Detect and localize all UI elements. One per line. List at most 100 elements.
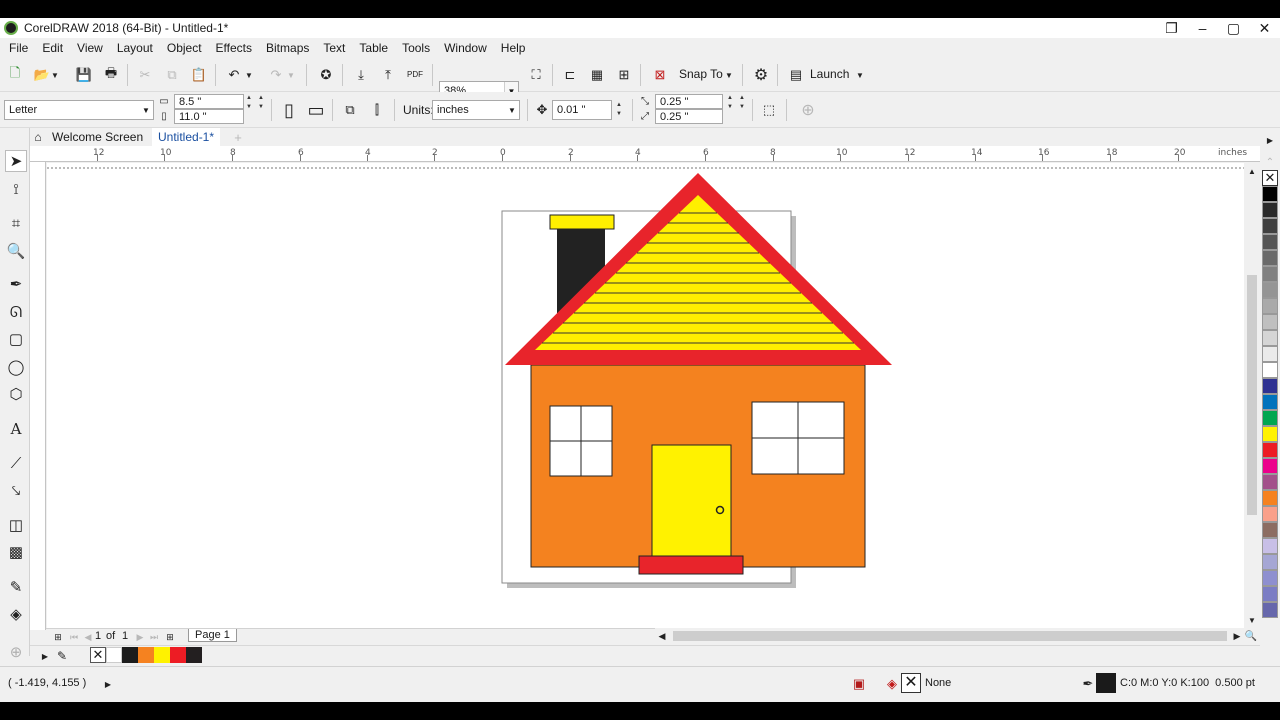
drawing-canvas[interactable] bbox=[47, 163, 1260, 630]
doc-swatch[interactable] bbox=[170, 647, 186, 663]
no-color-swatch[interactable]: ✕ bbox=[90, 647, 106, 663]
palette-swatch[interactable] bbox=[1262, 426, 1278, 442]
palette-swatch[interactable] bbox=[1262, 346, 1278, 362]
shape-tool-icon[interactable]: ⟟ bbox=[5, 178, 27, 200]
palette-swatch[interactable] bbox=[1262, 490, 1278, 506]
new-document-icon[interactable]: 🗋 bbox=[5, 65, 25, 85]
nudge-spinner[interactable]: ▲ ▼ bbox=[613, 101, 625, 119]
page-size-select[interactable]: Letter bbox=[4, 100, 154, 120]
quick-customize-icon[interactable]: ⊕ bbox=[5, 641, 27, 663]
landscape-icon[interactable]: ▭ bbox=[306, 100, 326, 120]
palette-swatch[interactable] bbox=[1262, 554, 1278, 570]
palette-swatch[interactable] bbox=[1262, 570, 1278, 586]
search-content-icon[interactable]: ✪ bbox=[316, 65, 336, 85]
palette-swatch[interactable] bbox=[1262, 586, 1278, 602]
show-rulers-icon[interactable]: ⊏ bbox=[560, 65, 580, 85]
palette-no-color-swatch[interactable]: ✕ bbox=[1262, 170, 1278, 186]
outline-color-swatch[interactable] bbox=[1096, 673, 1116, 693]
page-width-field[interactable]: 8.5 " bbox=[174, 94, 244, 109]
palette-swatch[interactable] bbox=[1262, 538, 1278, 554]
show-guidelines-icon[interactable]: ⊞ bbox=[614, 65, 634, 85]
palette-swatch[interactable] bbox=[1262, 442, 1278, 458]
transparency-tool-icon[interactable]: ▩ bbox=[5, 541, 27, 563]
palette-swatch[interactable] bbox=[1262, 218, 1278, 234]
palette-swatch[interactable] bbox=[1262, 474, 1278, 490]
rectangle-tool-icon[interactable]: ▢ bbox=[5, 328, 27, 350]
doc-swatch-white[interactable] bbox=[106, 647, 122, 663]
outline-pen-icon[interactable]: ✒ bbox=[1078, 674, 1098, 694]
treat-as-filled-icon[interactable]: ⬚ bbox=[759, 100, 779, 120]
export-icon[interactable]: ⤒ bbox=[378, 65, 398, 85]
import-icon[interactable]: ⤓ bbox=[351, 65, 371, 85]
scroll-up-icon[interactable]: ▲ bbox=[1244, 165, 1260, 177]
palette-swatch[interactable] bbox=[1262, 186, 1278, 202]
current-page-icon[interactable]: ⫿ bbox=[367, 100, 387, 120]
launch-label[interactable]: Launch bbox=[810, 67, 849, 81]
menu-bitmaps[interactable]: Bitmaps bbox=[259, 41, 316, 55]
all-pages-icon[interactable]: ⧉ bbox=[340, 100, 360, 120]
palette-swatch[interactable] bbox=[1262, 362, 1278, 378]
full-screen-preview-icon[interactable]: ⛶ bbox=[526, 65, 546, 85]
palette-swatch[interactable] bbox=[1262, 330, 1278, 346]
artistic-media-tool-icon[interactable]: ᘏ bbox=[5, 301, 27, 323]
palette-swatch[interactable] bbox=[1262, 506, 1278, 522]
publish-pdf-icon[interactable]: PDF bbox=[405, 64, 425, 84]
page-height-field[interactable]: 11.0 " bbox=[174, 109, 244, 124]
horizontal-ruler[interactable]: 12 10 8 6 4 2 0 2 4 6 8 10 12 14 16 18 2… bbox=[30, 146, 1260, 162]
palette-swatch[interactable] bbox=[1262, 298, 1278, 314]
redo-icon[interactable]: ↷ bbox=[266, 65, 286, 85]
undo-icon[interactable]: ↶ bbox=[224, 65, 244, 85]
vertical-scroll-thumb[interactable] bbox=[1247, 275, 1257, 515]
crop-tool-icon[interactable]: ⌗ bbox=[5, 212, 27, 234]
home-icon[interactable]: ⌂ bbox=[30, 128, 46, 146]
page-size-dropdown-icon[interactable]: ▼ bbox=[139, 101, 153, 119]
height-spinner[interactable]: ▲ ▼ bbox=[255, 94, 267, 112]
palette-swatch[interactable] bbox=[1262, 314, 1278, 330]
color-eyedropper-tool-icon[interactable]: ✎ bbox=[5, 576, 27, 598]
dup-y-spinner[interactable]: ▲ ▼ bbox=[736, 94, 748, 112]
vertical-ruler[interactable] bbox=[30, 162, 46, 630]
interactive-fill-tool-icon[interactable]: ◈ bbox=[5, 603, 27, 625]
palette-swatch[interactable] bbox=[1262, 458, 1278, 474]
close-button[interactable]: ✕ bbox=[1249, 18, 1280, 38]
menu-view[interactable]: View bbox=[70, 41, 110, 55]
paste-icon[interactable]: 📋 bbox=[189, 65, 209, 85]
add-icon[interactable]: ⊕ bbox=[798, 100, 818, 120]
print-icon[interactable]: 🖶 bbox=[101, 65, 121, 85]
ellipse-tool-icon[interactable]: ◯ bbox=[5, 356, 27, 378]
drop-shadow-tool-icon[interactable]: ◫ bbox=[5, 514, 27, 536]
redo-dropdown-icon[interactable]: ▼ bbox=[286, 65, 296, 85]
parallel-dimension-tool-icon[interactable]: ⟋ bbox=[5, 452, 27, 474]
doc-swatch[interactable] bbox=[186, 647, 202, 663]
palette-swatch[interactable] bbox=[1262, 266, 1278, 282]
palette-swatch[interactable] bbox=[1262, 202, 1278, 218]
color-proof-icon[interactable]: ▣ bbox=[849, 674, 869, 694]
nudge-distance-field[interactable]: 0.01 " bbox=[552, 100, 612, 120]
new-tab-plus-icon[interactable]: + bbox=[230, 128, 246, 146]
connector-tool-icon[interactable]: ⤥ bbox=[5, 480, 27, 502]
menu-window[interactable]: Window bbox=[437, 41, 494, 55]
add-page-after-icon[interactable]: ⊞ bbox=[160, 627, 180, 647]
menu-effects[interactable]: Effects bbox=[209, 41, 259, 55]
duplicate-x-field[interactable]: 0.25 " bbox=[655, 94, 723, 109]
horizontal-scrollbar[interactable]: ◀ ▶ 🔍 bbox=[655, 628, 1260, 644]
save-icon[interactable]: 💾 bbox=[74, 65, 94, 85]
restore-down-button[interactable]: ❐ bbox=[1156, 18, 1187, 38]
options-gear-icon[interactable]: ⚙ bbox=[751, 65, 771, 85]
menu-layout[interactable]: Layout bbox=[110, 41, 160, 55]
snap-dropdown-icon[interactable]: ▼ bbox=[722, 65, 736, 85]
palette-swatch[interactable] bbox=[1262, 378, 1278, 394]
snap-off-icon[interactable]: ⊠ bbox=[650, 65, 670, 85]
show-grid-icon[interactable]: ▦ bbox=[587, 65, 607, 85]
menu-text[interactable]: Text bbox=[316, 41, 352, 55]
doc-swatch[interactable] bbox=[138, 647, 154, 663]
tab-untitled-1[interactable]: Untitled-1* bbox=[152, 128, 221, 146]
palette-swatch[interactable] bbox=[1262, 234, 1278, 250]
menu-table[interactable]: Table bbox=[352, 41, 395, 55]
polygon-tool-icon[interactable]: ⬡ bbox=[5, 383, 27, 405]
horizontal-scroll-thumb[interactable] bbox=[673, 631, 1227, 641]
palette-menu-icon[interactable]: ▶ bbox=[38, 646, 52, 666]
no-fill-swatch[interactable]: ✕ bbox=[901, 673, 921, 693]
menu-tools[interactable]: Tools bbox=[395, 41, 437, 55]
eyedropper-icon[interactable]: ✎ bbox=[54, 646, 70, 666]
